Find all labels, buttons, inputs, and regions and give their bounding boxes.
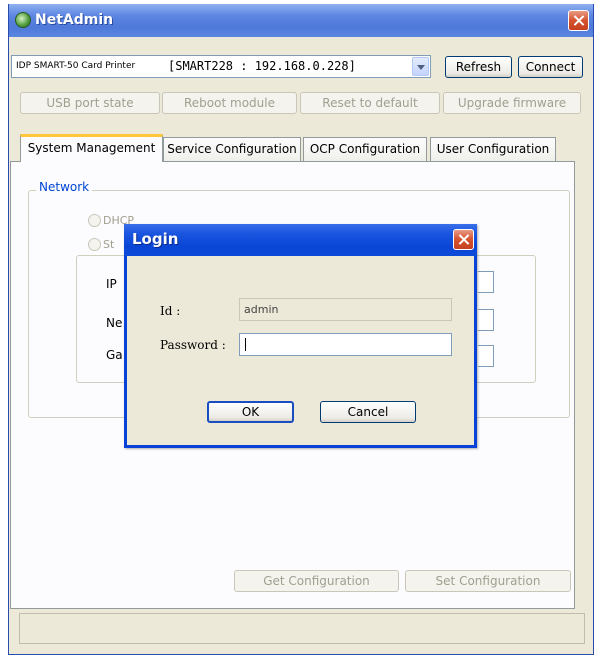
gateway-label: Ga (106, 348, 123, 362)
chevron-down-icon[interactable] (412, 57, 429, 76)
tab-user-configuration[interactable]: User Configuration (430, 137, 556, 161)
ok-button[interactable]: OK (207, 401, 294, 423)
tab-system-management[interactable]: System Management (20, 134, 163, 162)
netmask-field[interactable] (478, 309, 494, 331)
status-bar (19, 613, 585, 644)
id-label: Id : (160, 304, 181, 318)
get-configuration-button[interactable]: Get Configuration (234, 570, 399, 592)
title-bar[interactable]: NetAdmin (9, 4, 593, 37)
cancel-button[interactable]: Cancel (320, 401, 416, 423)
gateway-field[interactable] (478, 345, 494, 367)
printer-select[interactable]: IDP SMART-50 Card Printer [SMART228 : 19… (11, 55, 431, 78)
reset-to-default-button[interactable]: Reset to default (300, 92, 440, 114)
password-label: Password : (160, 338, 226, 352)
network-group-label: Network (36, 180, 93, 194)
login-title-bar[interactable]: Login (124, 224, 477, 256)
upgrade-firmware-button[interactable]: Upgrade firmware (443, 92, 581, 114)
netmask-label: Ne (106, 316, 123, 330)
set-configuration-button[interactable]: Set Configuration (405, 570, 571, 592)
connect-button[interactable]: Connect (518, 56, 583, 78)
window-title: NetAdmin (35, 12, 114, 28)
ip-label: IP (106, 277, 117, 291)
app-globe-icon (15, 12, 31, 28)
static-radio[interactable] (88, 238, 101, 251)
printer-name: IDP SMART-50 Card Printer (16, 61, 136, 71)
tab-service-configuration[interactable]: Service Configuration (163, 137, 301, 161)
dhcp-radio[interactable] (88, 214, 101, 227)
close-icon[interactable] (453, 229, 474, 250)
close-icon[interactable] (568, 10, 589, 31)
password-input[interactable] (239, 333, 452, 356)
login-dialog: Login Id : admin Password : OK Cancel (124, 224, 477, 448)
refresh-button[interactable]: Refresh (445, 56, 512, 78)
printer-address: [SMART228 : 192.168.0.228] (168, 59, 356, 73)
tab-ocp-configuration[interactable]: OCP Configuration (303, 137, 427, 161)
text-caret (245, 338, 246, 351)
usb-port-state-button[interactable]: USB port state (20, 92, 160, 114)
login-title: Login (132, 230, 179, 248)
reboot-module-button[interactable]: Reboot module (162, 92, 297, 114)
static-label: St (103, 238, 115, 251)
id-field[interactable]: admin (239, 298, 452, 321)
ip-field[interactable] (478, 271, 494, 293)
